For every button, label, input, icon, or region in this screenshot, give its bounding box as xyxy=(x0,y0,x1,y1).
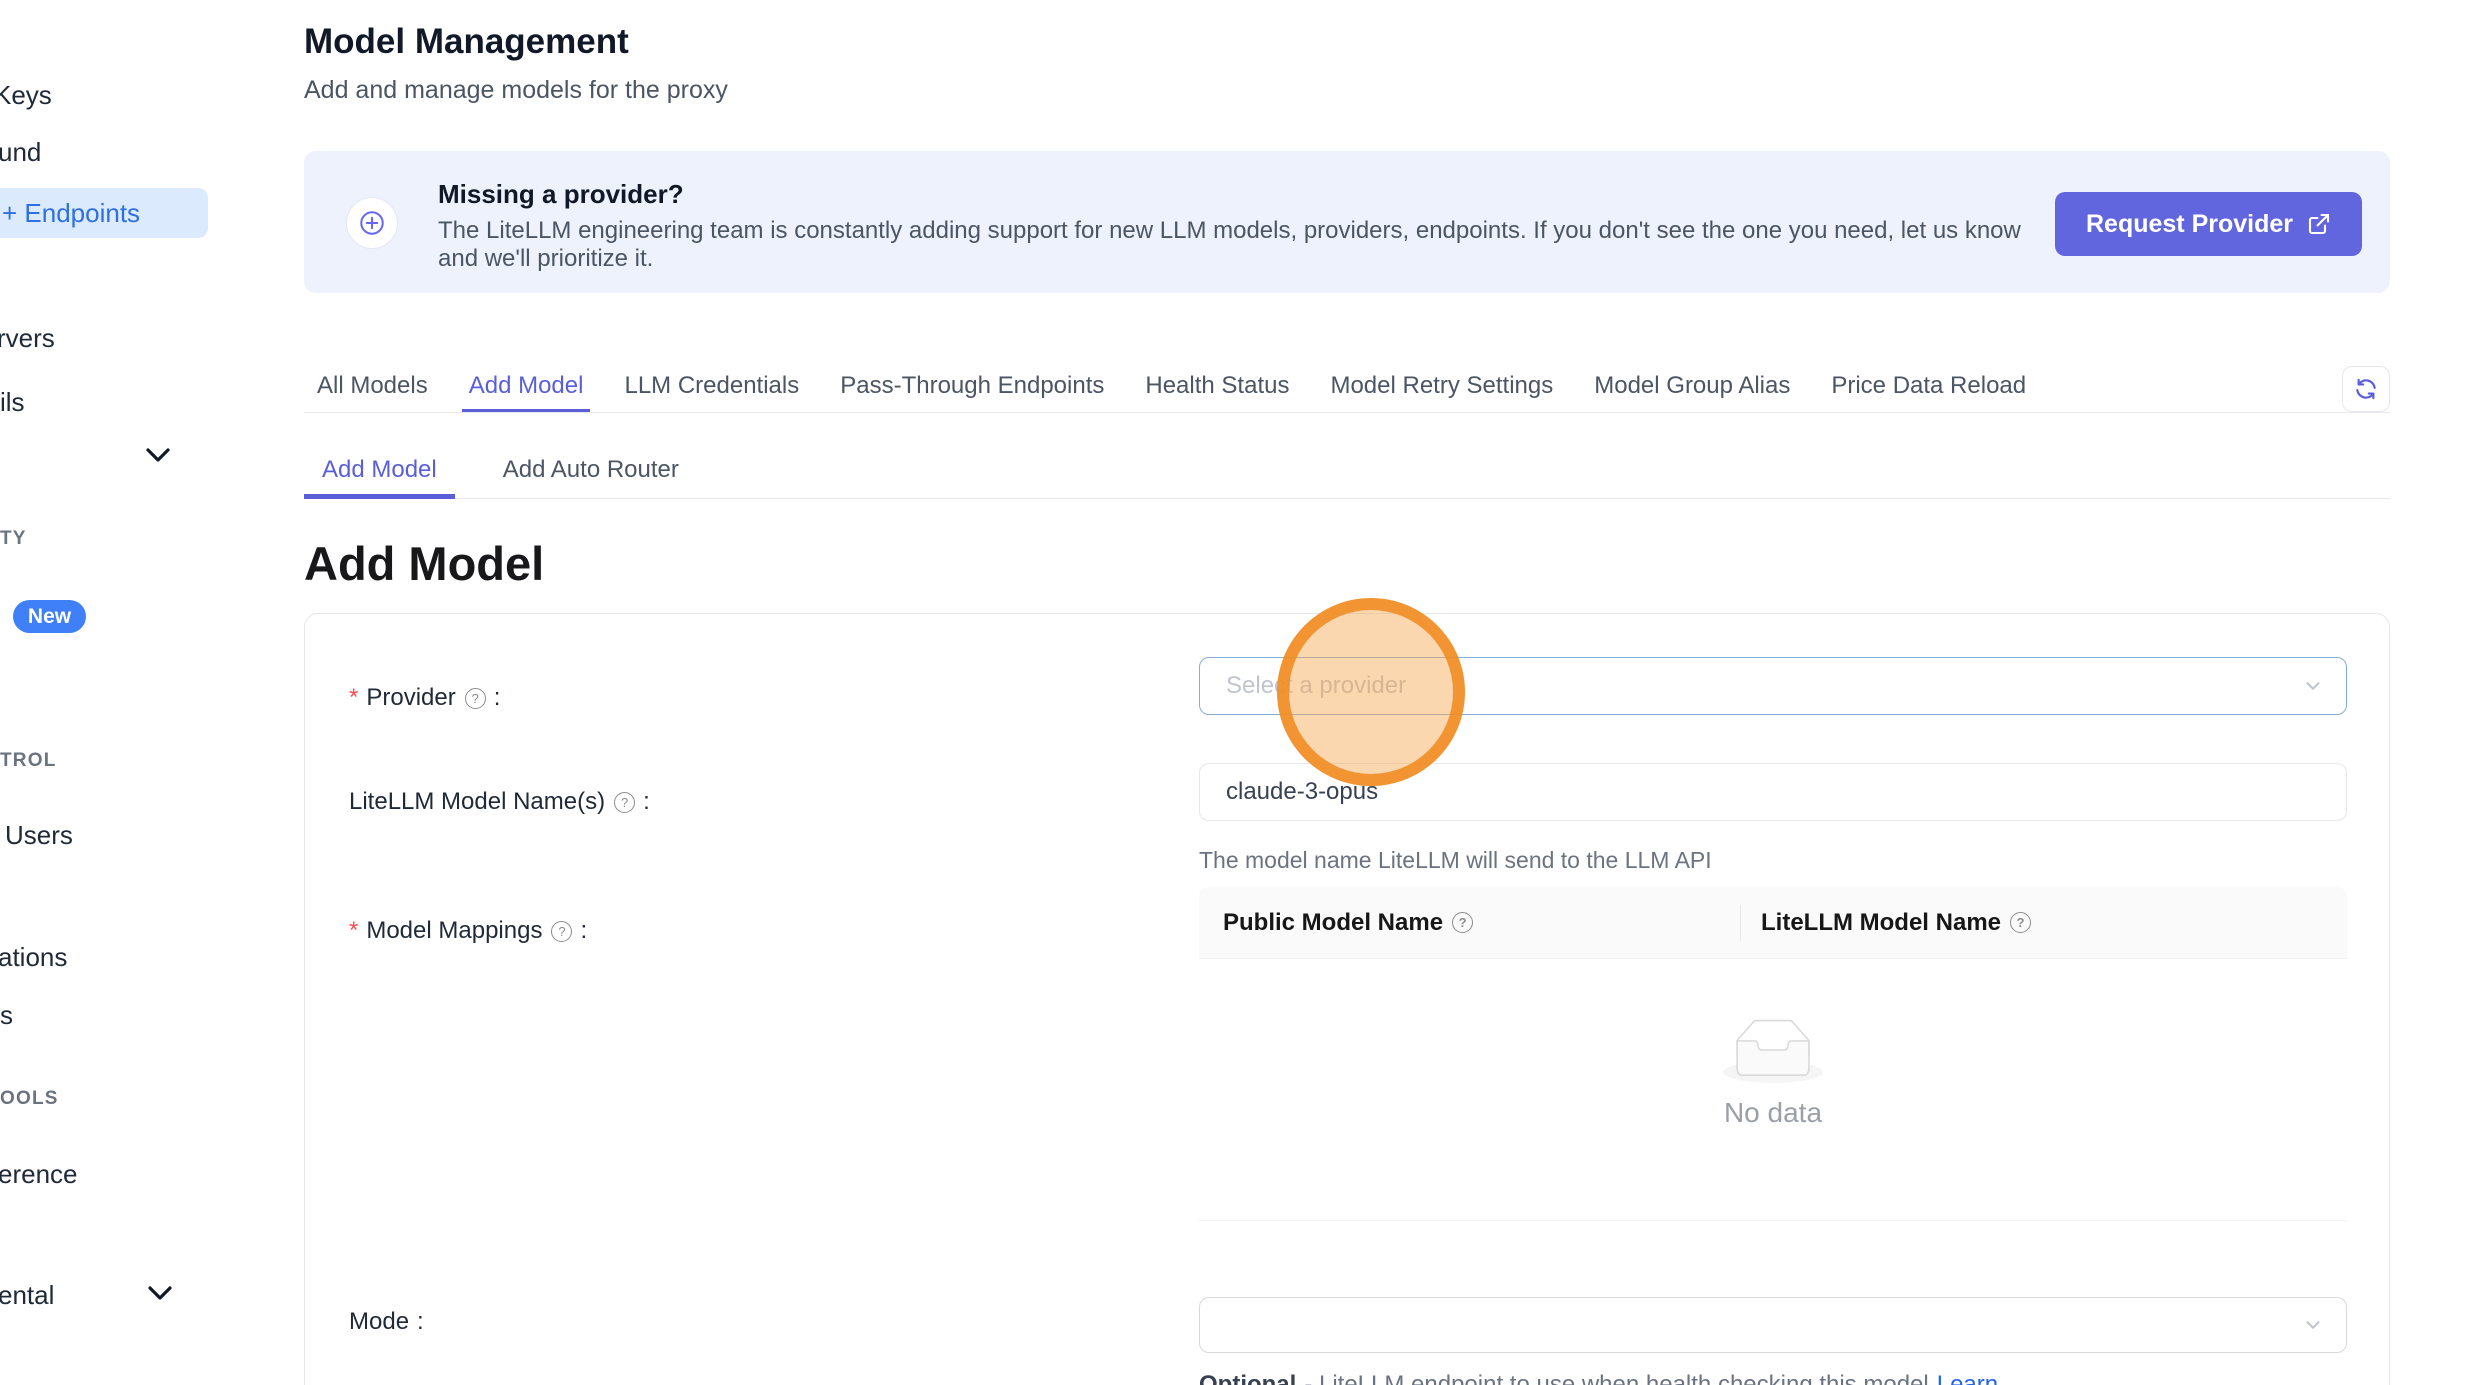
model-management-page: Keys und + Endpoints rvers ils TY New TR… xyxy=(0,0,2477,1385)
banner-body: The LiteLLM engineering team is constant… xyxy=(438,217,2038,273)
tab-model-group-alias[interactable]: Model Group Alias xyxy=(1587,360,1797,412)
new-badge: New xyxy=(13,600,86,633)
plus-circle-icon xyxy=(346,197,398,249)
provider-placeholder: Select a provider xyxy=(1226,672,1406,700)
mappings-table-header: Public Model Name ? LiteLLM Model Name ? xyxy=(1199,887,2347,959)
tab-add-model[interactable]: Add Model xyxy=(462,360,591,412)
tab-pass-through-endpoints[interactable]: Pass-Through Endpoints xyxy=(833,360,1111,412)
column-label: Public Model Name xyxy=(1223,909,1443,937)
column-public-model-name: Public Model Name ? xyxy=(1223,909,1473,937)
new-badge-label: New xyxy=(28,605,71,629)
model-name-label-text: LiteLLM Model Name(s) xyxy=(349,788,605,816)
sidebar-item-label: + Endpoints xyxy=(0,198,140,229)
refresh-button[interactable] xyxy=(2342,366,2390,412)
provider-label: * Provider ? : xyxy=(349,684,500,712)
model-mappings-label-text: Model Mappings xyxy=(366,917,542,945)
sidebar-section-header: TY xyxy=(0,528,27,550)
required-asterisk: * xyxy=(349,684,358,712)
question-circle-icon[interactable]: ? xyxy=(1452,912,1473,933)
subtab-add-auto-router[interactable]: Add Auto Router xyxy=(485,441,697,498)
model-name-helper: The model name LiteLLM will send to the … xyxy=(1199,847,1712,874)
request-provider-label: Request Provider xyxy=(2086,210,2293,239)
label-colon: : xyxy=(494,684,501,712)
sidebar-item-organizations[interactable]: ations xyxy=(0,942,67,973)
add-model-card: * Provider ? : Select a provider LiteLLM… xyxy=(304,613,2390,1385)
sidebar-item-servers[interactable]: rvers xyxy=(0,323,55,354)
label-colon: : xyxy=(643,788,650,816)
label-colon: : xyxy=(580,917,587,945)
mode-label: Mode : xyxy=(349,1308,424,1336)
mappings-table-body: No data xyxy=(1199,959,2347,1221)
empty-inbox-icon xyxy=(1723,1019,1823,1083)
required-asterisk: * xyxy=(349,917,358,945)
banner-title: Missing a provider? xyxy=(438,179,684,210)
optional-text: Optional xyxy=(1199,1371,1296,1385)
question-circle-icon[interactable]: ? xyxy=(2010,912,2031,933)
provider-select[interactable]: Select a provider xyxy=(1199,657,2347,715)
model-name-label: LiteLLM Model Name(s) ? : xyxy=(349,788,650,816)
external-link-icon xyxy=(2307,212,2331,236)
page-title: Model Management xyxy=(304,22,629,62)
question-circle-icon[interactable]: ? xyxy=(465,688,486,709)
chevron-down-icon[interactable] xyxy=(145,1282,175,1304)
missing-provider-banner: Missing a provider? The LiteLLM engineer… xyxy=(304,151,2390,293)
model-tabs: All Models Add Model LLM Credentials Pas… xyxy=(304,360,2390,413)
page-subtitle: Add and manage models for the proxy xyxy=(304,76,728,105)
sidebar-item-guardrails[interactable]: ils xyxy=(0,387,25,418)
sidebar-section-header: TROL xyxy=(0,750,57,772)
tab-health-status[interactable]: Health Status xyxy=(1138,360,1296,412)
tab-all-models[interactable]: All Models xyxy=(310,360,435,412)
sidebar-item-reference[interactable]: erence xyxy=(0,1159,78,1190)
sidebar-item-endpoints-active[interactable]: + Endpoints xyxy=(0,188,208,238)
tab-model-retry-settings[interactable]: Model Retry Settings xyxy=(1323,360,1560,412)
model-name-value: claude-3-opus xyxy=(1226,778,1378,806)
add-model-heading: Add Model xyxy=(304,536,544,591)
chevron-down-icon[interactable] xyxy=(143,444,173,466)
question-circle-icon[interactable]: ? xyxy=(614,792,635,813)
request-provider-button[interactable]: Request Provider xyxy=(2055,192,2362,256)
mode-label-text: Mode xyxy=(349,1308,409,1336)
sidebar-item-keys[interactable]: Keys xyxy=(0,80,52,111)
column-divider xyxy=(1740,905,1741,941)
sidebar-item-teams[interactable]: s xyxy=(0,1000,13,1031)
sidebar-item-experimental[interactable]: ental xyxy=(0,1280,54,1311)
model-name-input[interactable]: claude-3-opus xyxy=(1199,763,2347,821)
empty-state: No data xyxy=(1199,1019,2347,1129)
sidebar-item-users[interactable]: Users xyxy=(5,820,73,851)
chevron-down-icon xyxy=(2302,1314,2324,1336)
model-mappings-label: * Model Mappings ? : xyxy=(349,917,587,945)
learn-link[interactable]: Learn xyxy=(1937,1371,1998,1385)
tab-price-data-reload[interactable]: Price Data Reload xyxy=(1824,360,2033,412)
no-data-text: No data xyxy=(1724,1097,1822,1129)
label-colon: : xyxy=(417,1308,424,1336)
sidebar-item-playground[interactable]: und xyxy=(0,137,41,168)
column-label: LiteLLM Model Name xyxy=(1761,909,2001,937)
refresh-icon xyxy=(2353,376,2379,402)
mode-helper-text: - LiteLLM endpoint to use when health ch… xyxy=(1304,1371,1928,1385)
mode-helper: Optional - LiteLLM endpoint to use when h… xyxy=(1199,1371,1998,1385)
tab-llm-credentials[interactable]: LLM Credentials xyxy=(617,360,806,412)
add-model-subtabs: Add Model Add Auto Router xyxy=(304,441,2390,499)
chevron-down-icon xyxy=(2302,675,2324,697)
sidebar-section-header: OOLS xyxy=(0,1088,59,1110)
model-mappings-table: Public Model Name ? LiteLLM Model Name ? xyxy=(1199,887,2347,1221)
question-circle-icon[interactable]: ? xyxy=(551,921,572,942)
provider-label-text: Provider xyxy=(366,684,455,712)
mode-select[interactable] xyxy=(1199,1297,2347,1353)
subtab-add-model[interactable]: Add Model xyxy=(304,441,455,498)
column-litellm-model-name: LiteLLM Model Name ? xyxy=(1761,909,2031,937)
